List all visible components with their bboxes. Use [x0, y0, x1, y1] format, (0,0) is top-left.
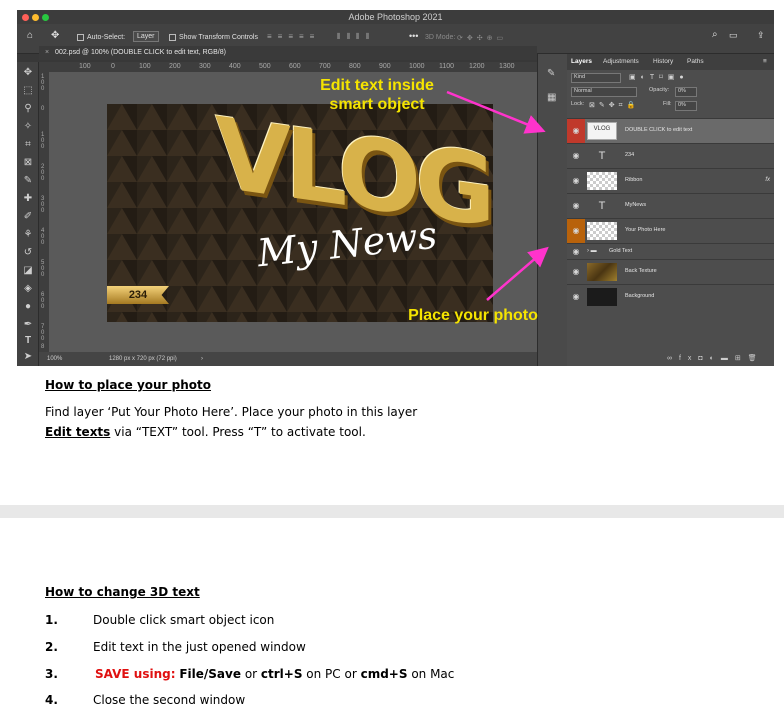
- step-number: 1.: [45, 613, 58, 627]
- photoshop-window: Adobe Photoshop 2021 ⌂ ✥ Auto-Select: La…: [17, 10, 774, 366]
- step-number: 4.: [45, 693, 58, 707]
- connector-text: on Mac: [407, 667, 455, 681]
- section-separator: [0, 505, 784, 518]
- arrow-to-photo-layer: [486, 246, 549, 301]
- callout-arrows: [446, 90, 549, 301]
- save-using-label: SAVE using:: [95, 667, 176, 681]
- ctrl-s-text: ctrl+S: [260, 667, 303, 681]
- step-text: Close the second window: [93, 693, 246, 707]
- connector-text: on PC or: [302, 667, 361, 681]
- instruction-line-2-rest: via “TEXT” tool. Press “T” to activate t…: [110, 425, 366, 439]
- step-text: Edit text in the just opened window: [93, 640, 306, 654]
- heading-place-photo: How to place your photo: [45, 378, 212, 392]
- arrow-to-smart-object: [446, 90, 546, 134]
- connector-text: or: [241, 667, 261, 681]
- step-text: Double click smart object icon: [93, 613, 275, 627]
- instruction-line-1: Find layer ‘Put Your Photo Here’. Place …: [45, 405, 418, 419]
- step-number: 3.: [45, 667, 58, 681]
- step-text: SAVE using: File/Save or ctrl+S on PC or…: [95, 667, 454, 681]
- file-save-text: File/Save: [179, 667, 241, 681]
- heading-change-3d-text: How to change 3D text: [45, 585, 200, 599]
- cmd-s-text: cmd+S: [360, 667, 408, 681]
- step-number: 2.: [45, 640, 58, 654]
- edit-texts-link: Edit texts: [45, 425, 111, 439]
- instruction-line-2: Edit texts via “TEXT” tool. Press “T” to…: [45, 425, 366, 439]
